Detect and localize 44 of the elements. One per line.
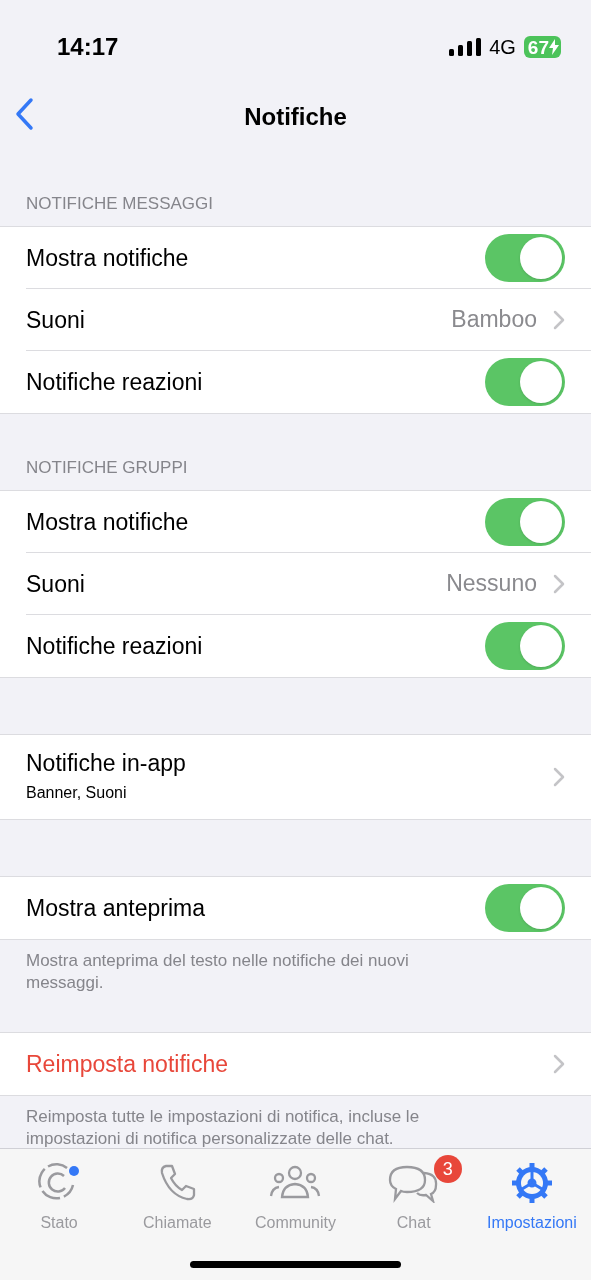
- row-label: Notifiche in-app: [26, 749, 187, 777]
- chevron-icon: [553, 573, 565, 594]
- toggle-switch[interactable]: [485, 358, 565, 406]
- signal-icon: [449, 38, 482, 56]
- battery-level: 67: [527, 37, 549, 57]
- gear-icon: [510, 1162, 553, 1204]
- row-label: Suoni: [26, 569, 86, 598]
- row-label: Notifiche reazioni: [26, 368, 204, 396]
- tab-bar-item[interactable]: Community: [236, 1153, 355, 1235]
- tab-bar-item[interactable]: Chiamate: [118, 1153, 237, 1235]
- settings-row[interactable]: Notifiche in-app Banner, Suoni: [0, 735, 591, 819]
- toggle-switch[interactable]: [485, 884, 565, 932]
- section-footer: Mostra anteprima del testo nelle notifiche dei nuovi messaggi.: [26, 950, 471, 994]
- chat-bubbles-icon: [387, 1163, 440, 1203]
- back-icon[interactable]: [14, 97, 34, 131]
- row-value: Bamboo: [451, 305, 537, 335]
- toggle-switch[interactable]: [485, 233, 565, 282]
- section-header: NOTIFICHE MESSAGGI: [26, 192, 214, 215]
- status-time: 14:17: [57, 32, 119, 62]
- row-label: Notifiche reazioni: [26, 632, 204, 660]
- section-header: NOTIFICHE GRUPPI: [26, 456, 188, 479]
- row-label: Mostra anteprima: [26, 894, 206, 922]
- tab-bar-item[interactable]: 3 Chat: [354, 1153, 473, 1235]
- settings-row[interactable]: Suoni Nessuno: [0, 553, 591, 615]
- toggle-switch[interactable]: [485, 497, 565, 546]
- row-subtitle: Banner, Suoni: [26, 783, 128, 803]
- badge-count: 3: [433, 1155, 462, 1183]
- toggle-switch[interactable]: [485, 622, 565, 670]
- row-value: Nessuno: [446, 569, 537, 599]
- charging-icon: [549, 39, 559, 55]
- row-label: Mostra notifiche: [26, 243, 190, 272]
- page-title: Notifiche: [244, 102, 347, 132]
- settings-row[interactable]: Suoni Bamboo: [0, 289, 591, 351]
- row-label: Reimposta notifiche: [26, 1050, 229, 1078]
- settings-row[interactable]: Reimposta notifiche: [0, 1033, 591, 1095]
- section-footer: Reimposta tutte le impostazioni di notifica, incluse le impostazioni di notifica personalizzate delle chat.: [26, 1106, 471, 1150]
- chevron-icon: [553, 309, 565, 330]
- tab-bar-item[interactable]: Stato: [0, 1153, 119, 1235]
- network-label: 4G: [489, 35, 516, 60]
- chevron-icon: [553, 767, 565, 787]
- row-label: Suoni: [26, 305, 86, 334]
- chevron-icon: [553, 1054, 565, 1074]
- row-label: Mostra notifiche: [26, 507, 190, 536]
- tab-bar-item[interactable]: Impostazioni: [472, 1153, 591, 1235]
